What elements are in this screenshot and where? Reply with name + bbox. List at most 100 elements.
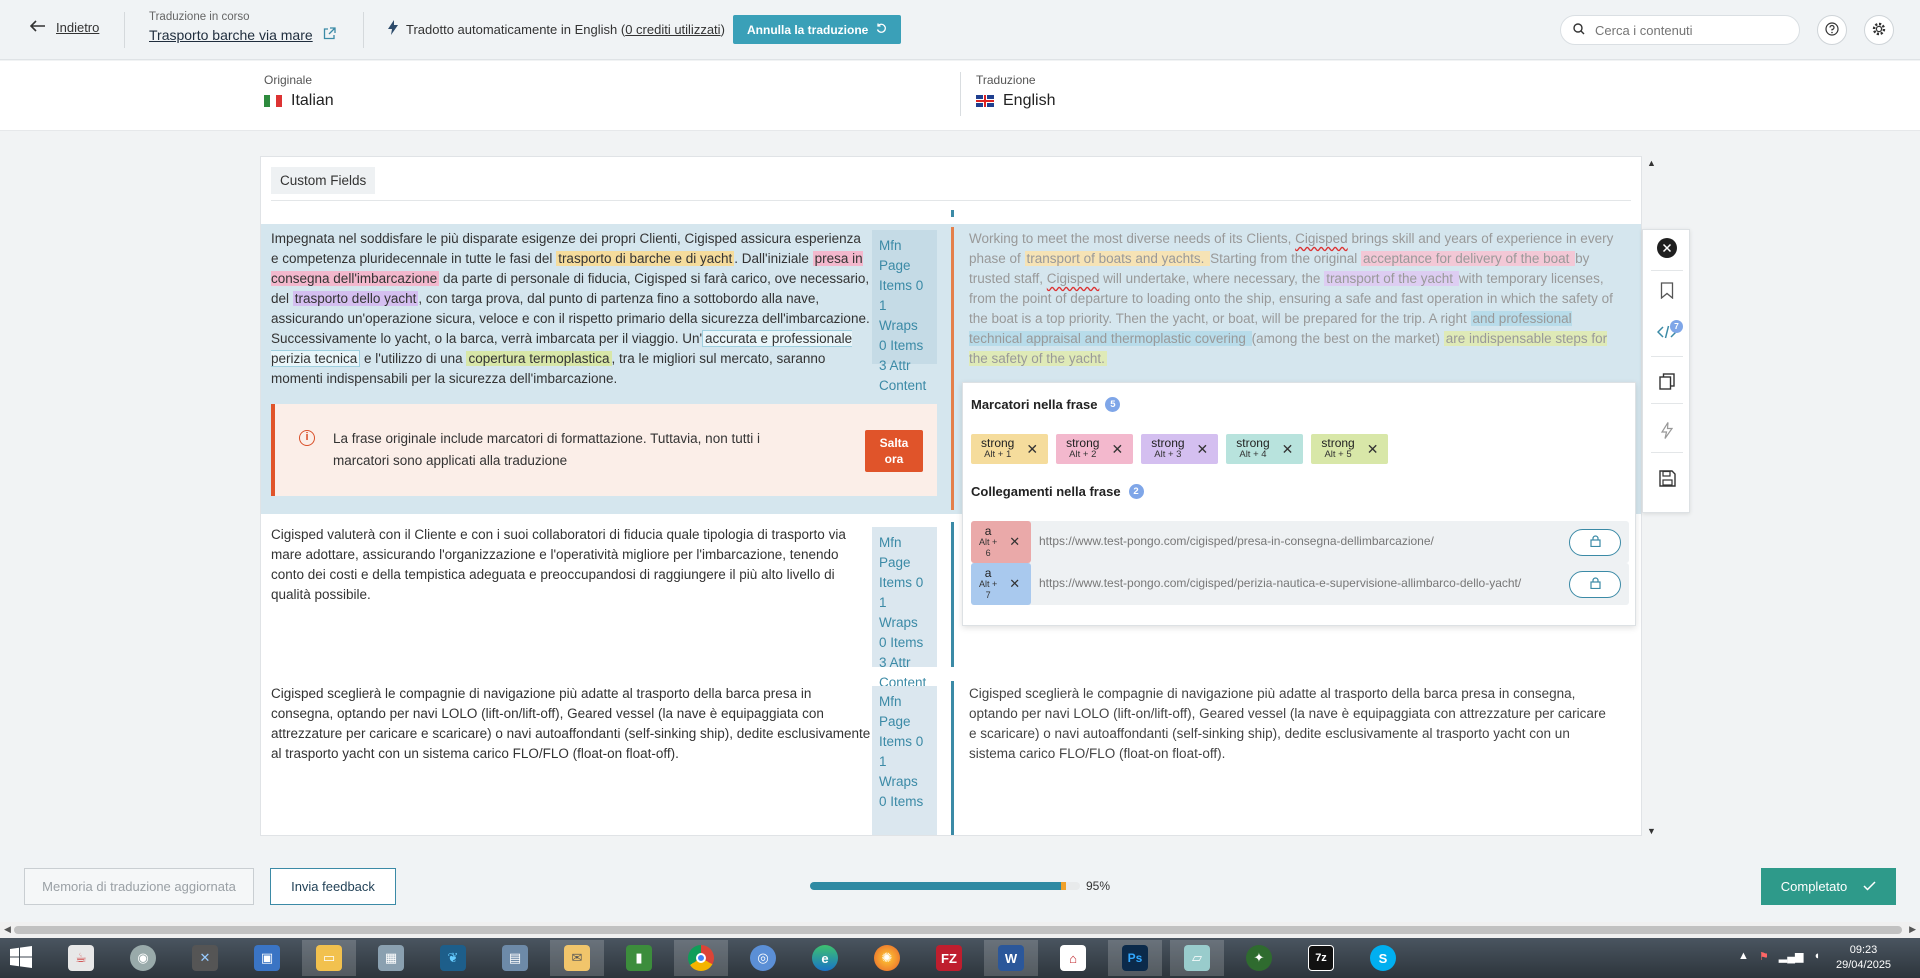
meta-line: Content: [879, 378, 927, 393]
target-text[interactable]: Working to meet the most diverse needs o…: [969, 229, 1614, 369]
links-heading: Collegamenti nella frase 2: [971, 484, 1144, 499]
lock-button[interactable]: [1569, 571, 1621, 598]
settings-button[interactable]: [1864, 15, 1894, 45]
taskbar-app-word[interactable]: W: [984, 940, 1038, 976]
project-link[interactable]: Trasporto barche via mare: [149, 27, 336, 43]
clock[interactable]: 09:23 29/04/2025: [1836, 943, 1891, 973]
complete-button[interactable]: Completato: [1761, 868, 1896, 905]
bookmark-button[interactable]: [1643, 272, 1691, 312]
markers-count-badge: 5: [1105, 397, 1121, 412]
skip-now-button[interactable]: Salta ora: [865, 430, 923, 472]
taskbar-app-computer[interactable]: ▤: [488, 940, 542, 976]
taskbar-app-firefox[interactable]: ✺: [860, 940, 914, 976]
back-button[interactable]: Indietro: [29, 20, 99, 35]
scroll-up-icon[interactable]: ▲: [1647, 158, 1656, 168]
project-name: Trasporto barche via mare: [149, 27, 313, 43]
xml-editor-icon: ✕: [192, 945, 218, 971]
target-language-name: English: [1003, 92, 1056, 109]
link-tag[interactable]: a Alt +6 ✕: [971, 521, 1031, 563]
taskbar-app-notes[interactable]: ▱: [1170, 940, 1224, 976]
taskbar-app-pdf[interactable]: ⌂: [1046, 940, 1100, 976]
taskbar-app-7zip[interactable]: 7z: [1294, 940, 1348, 976]
scroll-down-icon[interactable]: ▼: [1647, 826, 1656, 836]
send-feedback-button[interactable]: Invia feedback: [270, 868, 396, 905]
scroll-thumb[interactable]: [14, 926, 1902, 934]
translation-memory-button[interactable]: Memoria di traduzione aggiornata: [24, 868, 254, 905]
taskbar-app-game[interactable]: ✦: [1232, 940, 1286, 976]
taskbar-app-audio[interactable]: ◉: [116, 940, 170, 976]
taskbar-app-chromium[interactable]: ◎: [736, 940, 790, 976]
link-url[interactable]: https://www.test-pongo.com/cigisped/pres…: [1039, 534, 1434, 548]
clock-date: 29/04/2025: [1836, 959, 1892, 971]
link-url[interactable]: https://www.test-pongo.com/cigisped/peri…: [1039, 576, 1521, 590]
text-run: . Dall'iniziale: [734, 251, 813, 266]
taskbar-app-chrome[interactable]: [674, 940, 728, 976]
taskbar-app-butterfly[interactable]: ❦: [426, 940, 480, 976]
close-icon[interactable]: ✕: [1367, 441, 1379, 458]
taskbar-app-edge[interactable]: e: [798, 940, 852, 976]
close-icon[interactable]: ✕: [1282, 441, 1294, 458]
link-tag[interactable]: a Alt +7 ✕: [971, 563, 1031, 605]
scroll-left-icon[interactable]: ◀: [4, 924, 11, 935]
meta-line: 3 Attr: [879, 655, 911, 670]
spelling-error: Cigisped: [1295, 231, 1348, 246]
chevron-up-icon[interactable]: ▲: [1738, 950, 1749, 963]
source-language: Originale Italian: [264, 73, 334, 110]
marker-chip[interactable]: strong Alt + 4 ✕: [1226, 434, 1304, 464]
close-icon[interactable]: ✕: [1111, 441, 1123, 458]
help-button[interactable]: [1817, 15, 1847, 45]
segment-status-bar: [951, 522, 954, 667]
start-button[interactable]: [0, 940, 42, 976]
taskbar-app-remote[interactable]: ▣: [240, 940, 294, 976]
link-shortcut-2: 6: [985, 547, 991, 558]
target-text[interactable]: Cigisped sceglierà le compagnie di navig…: [969, 684, 1614, 764]
volume-icon[interactable]: ◖: [1813, 950, 1820, 963]
taskbar-app-explorer[interactable]: ▭: [302, 940, 356, 976]
taskbar-app-java[interactable]: ☕: [54, 940, 108, 976]
marker-chip[interactable]: strong Alt + 2 ✕: [1056, 434, 1134, 464]
clock-time: 09:23: [1849, 944, 1878, 956]
taskbar-app-chart[interactable]: ▮: [612, 940, 666, 976]
credits-link[interactable]: 0 crediti utilizzati: [625, 22, 720, 37]
flag-icon[interactable]: ⚑: [1759, 950, 1769, 963]
links-count-badge: 2: [1128, 484, 1144, 499]
segment-row[interactable]: Cigisped sceglierà le compagnie di navig…: [261, 681, 1641, 835]
close-icon[interactable]: ✕: [1026, 441, 1038, 458]
close-icon[interactable]: ✕: [1197, 441, 1209, 458]
close-icon[interactable]: ✕: [1009, 534, 1020, 550]
formatting-marker: transport of boats and yachts.: [1024, 251, 1211, 266]
auto-translate-button[interactable]: [1643, 412, 1691, 452]
lock-button[interactable]: [1569, 529, 1621, 556]
taskbar-app-calculator[interactable]: ▦: [364, 940, 418, 976]
scroll-right-icon[interactable]: ▶: [1909, 924, 1916, 935]
marker-chip[interactable]: strong Alt + 3 ✕: [1141, 434, 1219, 464]
marker-chip[interactable]: strong Alt + 1 ✕: [971, 434, 1049, 464]
link-shortcut-1: Alt +: [979, 578, 998, 589]
formatting-marker: trasporto dello yacht: [292, 291, 419, 306]
close-button[interactable]: [1643, 230, 1691, 270]
formatting-marker: transport of the yacht: [1324, 271, 1459, 286]
marker-chip[interactable]: strong Alt + 5 ✕: [1311, 434, 1389, 464]
save-button[interactable]: [1643, 460, 1691, 500]
taskbar-app-xml[interactable]: ✕: [178, 940, 232, 976]
lock-icon: [1589, 535, 1601, 550]
source-language-name: Italian: [291, 92, 334, 109]
taskbar-app-photoshop[interactable]: Ps: [1108, 940, 1162, 976]
source-text: Cigisped valuterà con il Cliente e con i…: [271, 527, 846, 602]
chart-icon: ▮: [626, 945, 652, 971]
search-box[interactable]: [1560, 15, 1800, 45]
taskbar-app-mail[interactable]: ✉: [550, 940, 604, 976]
close-icon[interactable]: ✕: [1009, 576, 1020, 592]
network-icon[interactable]: ▂▄▆: [1779, 950, 1804, 963]
taskbar-app-filezilla[interactable]: FZ: [922, 940, 976, 976]
meta-line: 1: [879, 754, 887, 769]
taskbar-app-skype[interactable]: S: [1356, 940, 1410, 976]
horizontal-scrollbar[interactable]: ◀ ▶: [0, 922, 1920, 938]
auto-translation-close: ): [720, 21, 725, 37]
notes-icon: ▱: [1184, 945, 1210, 971]
external-link-icon[interactable]: [323, 27, 336, 43]
tags-button[interactable]: 7: [1643, 314, 1691, 354]
search-input[interactable]: [1595, 22, 1785, 38]
copy-button[interactable]: [1643, 363, 1691, 403]
cancel-translation-button[interactable]: Annulla la traduzione: [733, 15, 902, 44]
